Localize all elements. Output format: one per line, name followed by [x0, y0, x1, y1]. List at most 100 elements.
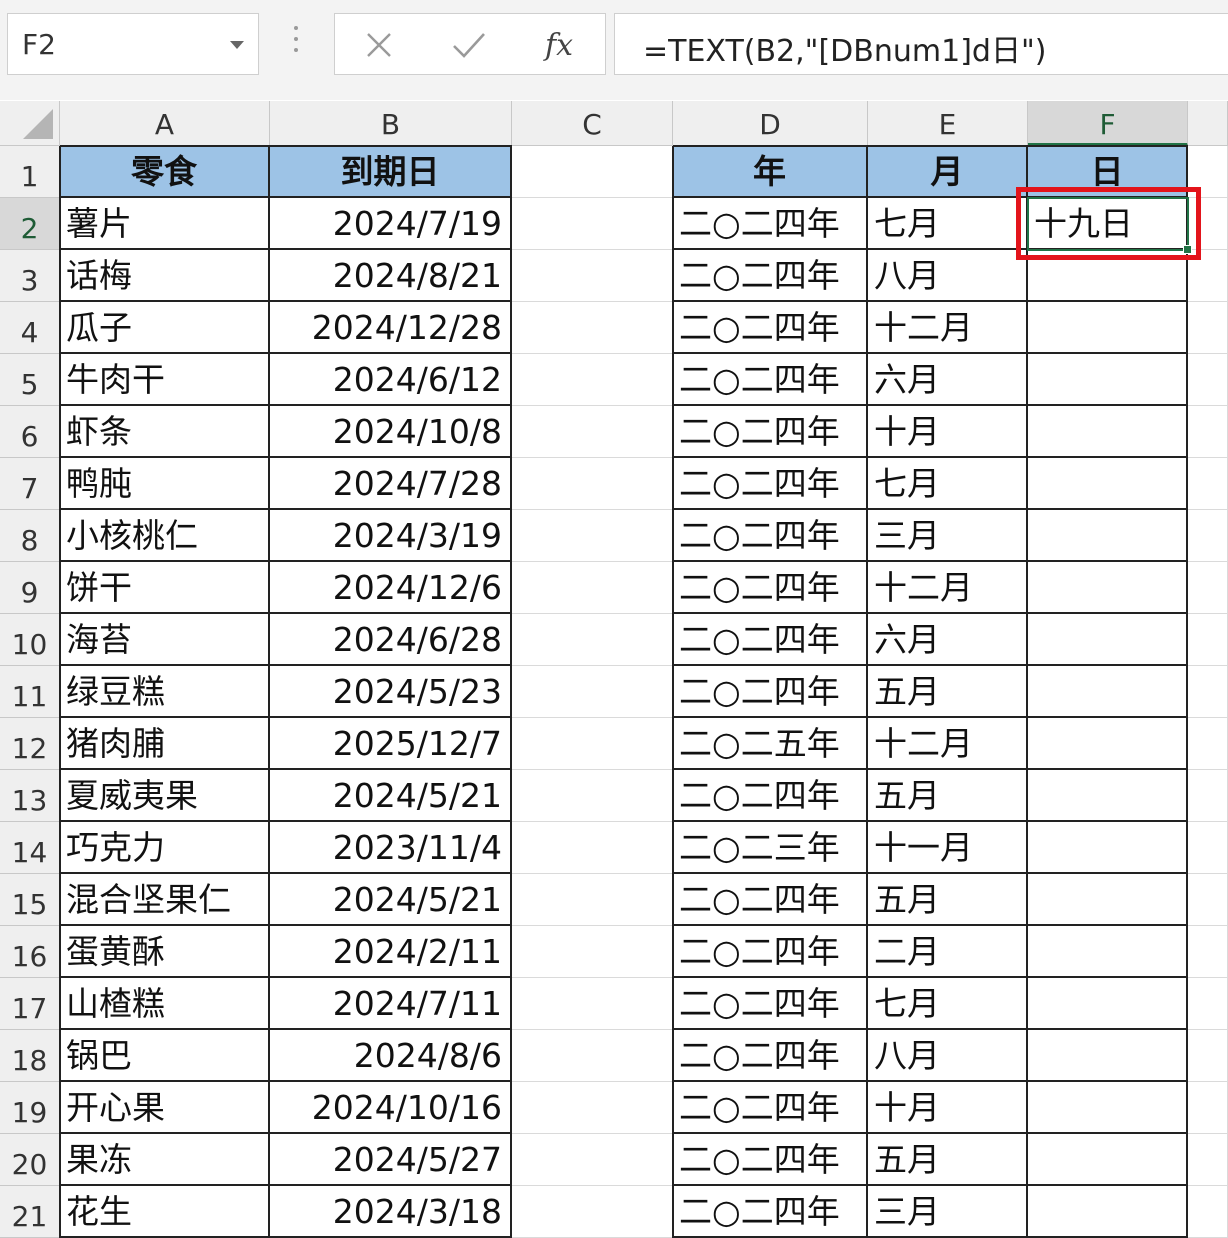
- row-header-21[interactable]: 21: [0, 1186, 60, 1238]
- cell-e7[interactable]: 七月: [868, 458, 1028, 510]
- cell-e18[interactable]: 八月: [868, 1030, 1028, 1082]
- drag-handle-icon[interactable]: [291, 26, 301, 60]
- cell-d18[interactable]: 二○二四年: [673, 1030, 868, 1082]
- cell-e10[interactable]: 六月: [868, 614, 1028, 666]
- cell-g11[interactable]: [1188, 666, 1228, 718]
- row-header-17[interactable]: 17: [0, 978, 60, 1030]
- cell-f16[interactable]: [1028, 926, 1188, 978]
- cell-b3[interactable]: 2024/8/21: [270, 250, 512, 302]
- row-header-8[interactable]: 8: [0, 510, 60, 562]
- cell-a5[interactable]: 牛肉干: [60, 354, 270, 406]
- cell-f8[interactable]: [1028, 510, 1188, 562]
- cell-b11[interactable]: 2024/5/23: [270, 666, 512, 718]
- cell-g18[interactable]: [1188, 1030, 1228, 1082]
- cell-e14[interactable]: 十一月: [868, 822, 1028, 874]
- cell-b2[interactable]: 2024/7/19: [270, 198, 512, 250]
- close-icon[interactable]: [351, 23, 407, 67]
- cell-g19[interactable]: [1188, 1082, 1228, 1134]
- cell-c10[interactable]: [512, 614, 673, 666]
- cell-b18[interactable]: 2024/8/6: [270, 1030, 512, 1082]
- cell-a18[interactable]: 锅巴: [60, 1030, 270, 1082]
- cell-a4[interactable]: 瓜子: [60, 302, 270, 354]
- row-header-18[interactable]: 18: [0, 1030, 60, 1082]
- column-header-b[interactable]: B: [270, 101, 512, 146]
- cell-c17[interactable]: [512, 978, 673, 1030]
- cell-d21[interactable]: 二○二四年: [673, 1186, 868, 1238]
- cell-a17[interactable]: 山楂糕: [60, 978, 270, 1030]
- select-all-triangle-icon[interactable]: [23, 109, 53, 139]
- name-box-value[interactable]: F2: [22, 28, 56, 61]
- cell-a3[interactable]: 话梅: [60, 250, 270, 302]
- cell-g12[interactable]: [1188, 718, 1228, 770]
- header-cell-b[interactable]: 到期日: [270, 146, 512, 198]
- cell-g20[interactable]: [1188, 1134, 1228, 1186]
- cell-a16[interactable]: 蛋黄酥: [60, 926, 270, 978]
- cell-d10[interactable]: 二○二四年: [673, 614, 868, 666]
- cell-b10[interactable]: 2024/6/28: [270, 614, 512, 666]
- cell-a10[interactable]: 海苔: [60, 614, 270, 666]
- row-header-7[interactable]: 7: [0, 458, 60, 510]
- cell-f6[interactable]: [1028, 406, 1188, 458]
- column-header-c[interactable]: C: [512, 101, 673, 146]
- cell-d16[interactable]: 二○二四年: [673, 926, 868, 978]
- row-header-1[interactable]: 1: [0, 146, 60, 198]
- cell-g14[interactable]: [1188, 822, 1228, 874]
- cell-c2[interactable]: [512, 198, 673, 250]
- cell-f20[interactable]: [1028, 1134, 1188, 1186]
- cell-c20[interactable]: [512, 1134, 673, 1186]
- cell-a19[interactable]: 开心果: [60, 1082, 270, 1134]
- cell-c18[interactable]: [512, 1030, 673, 1082]
- cell-f9[interactable]: [1028, 562, 1188, 614]
- cell-f5[interactable]: [1028, 354, 1188, 406]
- cell-c15[interactable]: [512, 874, 673, 926]
- row-header-16[interactable]: 16: [0, 926, 60, 978]
- cell-e17[interactable]: 七月: [868, 978, 1028, 1030]
- cell-b5[interactable]: 2024/6/12: [270, 354, 512, 406]
- row-header-19[interactable]: 19: [0, 1082, 60, 1134]
- cell-d5[interactable]: 二○二四年: [673, 354, 868, 406]
- cell-a8[interactable]: 小核桃仁: [60, 510, 270, 562]
- cell-a7[interactable]: 鸭肫: [60, 458, 270, 510]
- cell-c14[interactable]: [512, 822, 673, 874]
- cell-b8[interactable]: 2024/3/19: [270, 510, 512, 562]
- cell-a9[interactable]: 饼干: [60, 562, 270, 614]
- cell-f13[interactable]: [1028, 770, 1188, 822]
- cell-c6[interactable]: [512, 406, 673, 458]
- fx-icon[interactable]: fx: [545, 28, 573, 63]
- cell-b16[interactable]: 2024/2/11: [270, 926, 512, 978]
- cell-c3[interactable]: [512, 250, 673, 302]
- cell-a14[interactable]: 巧克力: [60, 822, 270, 874]
- checkmark-icon[interactable]: [441, 23, 497, 67]
- select-all-button[interactable]: [0, 101, 60, 146]
- column-header-d[interactable]: D: [673, 101, 868, 146]
- cell-b9[interactable]: 2024/12/6: [270, 562, 512, 614]
- cell-d4[interactable]: 二○二四年: [673, 302, 868, 354]
- row-header-13[interactable]: 13: [0, 770, 60, 822]
- cell-d9[interactable]: 二○二四年: [673, 562, 868, 614]
- row-header-10[interactable]: 10: [0, 614, 60, 666]
- cell-c12[interactable]: [512, 718, 673, 770]
- cell-e13[interactable]: 五月: [868, 770, 1028, 822]
- cell-e9[interactable]: 十二月: [868, 562, 1028, 614]
- cell-g17[interactable]: [1188, 978, 1228, 1030]
- cell-f18[interactable]: [1028, 1030, 1188, 1082]
- cell-g9[interactable]: [1188, 562, 1228, 614]
- cell-e16[interactable]: 二月: [868, 926, 1028, 978]
- column-header-f[interactable]: F: [1028, 101, 1188, 146]
- cell-b20[interactable]: 2024/5/27: [270, 1134, 512, 1186]
- cell-d7[interactable]: 二○二四年: [673, 458, 868, 510]
- cell-d6[interactable]: 二○二四年: [673, 406, 868, 458]
- cell-d15[interactable]: 二○二四年: [673, 874, 868, 926]
- cell-c5[interactable]: [512, 354, 673, 406]
- cell-a20[interactable]: 果冻: [60, 1134, 270, 1186]
- cell-b15[interactable]: 2024/5/21: [270, 874, 512, 926]
- cell-a6[interactable]: 虾条: [60, 406, 270, 458]
- cell-e3[interactable]: 八月: [868, 250, 1028, 302]
- row-header-20[interactable]: 20: [0, 1134, 60, 1186]
- row-header-6[interactable]: 6: [0, 406, 60, 458]
- cell-c16[interactable]: [512, 926, 673, 978]
- cell-f15[interactable]: [1028, 874, 1188, 926]
- cell-g15[interactable]: [1188, 874, 1228, 926]
- cell-d2[interactable]: 二○二四年: [673, 198, 868, 250]
- cell-c21[interactable]: [512, 1186, 673, 1238]
